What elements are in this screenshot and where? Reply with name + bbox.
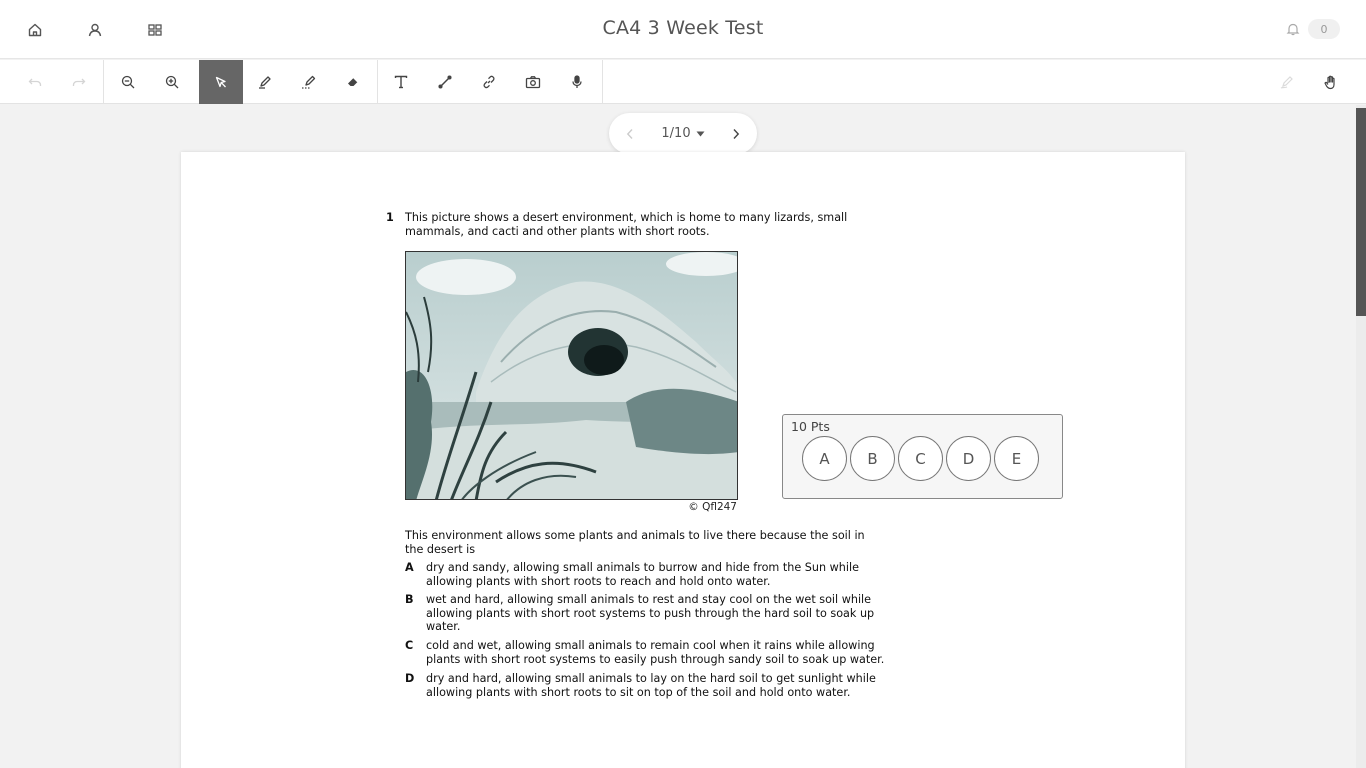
undo-icon <box>28 78 42 86</box>
chevron-left-icon <box>626 128 633 139</box>
desert-photo <box>405 251 738 500</box>
points-label: 10 Pts <box>791 419 830 434</box>
bell-icon <box>1286 23 1300 36</box>
eraser-tool-button[interactable] <box>331 60 375 104</box>
hand-icon <box>1324 75 1335 89</box>
text-icon <box>394 75 408 89</box>
answer-panel: 10 Pts A B C D E <box>782 414 1063 499</box>
link-icon <box>483 75 495 89</box>
option-letter: A <box>405 561 414 574</box>
scrollbar-thumb[interactable] <box>1356 108 1366 316</box>
camera-icon <box>525 76 541 89</box>
pen-tool-button[interactable] <box>243 60 287 104</box>
page-select[interactable]: 1/10 <box>661 126 705 141</box>
next-page-button[interactable] <box>729 127 743 141</box>
notifications[interactable]: 0 <box>1286 17 1340 41</box>
signature-tool-button[interactable] <box>1265 60 1309 104</box>
text-tool-button[interactable] <box>379 60 423 104</box>
line-tool-button[interactable] <box>423 60 467 104</box>
question-stem: This picture shows a desert environment,… <box>405 211 848 238</box>
chevron-right-icon <box>733 128 740 139</box>
image-credit: © Qfl247 <box>688 501 737 513</box>
answer-bubble-c[interactable]: C <box>898 436 943 481</box>
previous-page-button[interactable] <box>623 127 637 141</box>
line-icon <box>438 75 452 89</box>
select-icon <box>215 76 226 88</box>
camera-tool-button[interactable] <box>511 60 555 104</box>
option-letter: C <box>405 639 414 652</box>
option-text: wet and hard, allowing small animals to … <box>426 593 875 633</box>
pen-icon <box>259 76 271 89</box>
notification-count: 0 <box>1308 19 1340 39</box>
answer-bubble-d[interactable]: D <box>946 436 991 481</box>
signature-icon <box>1280 76 1293 89</box>
toolbar-divider <box>103 60 104 104</box>
annotation-toolbar <box>0 60 1366 104</box>
highlighter-icon <box>302 75 316 89</box>
document-page: 1 This picture shows a desert environmen… <box>181 152 1185 768</box>
page-navigator: 1/10 <box>609 113 757 154</box>
zoom-out-button[interactable] <box>106 60 150 104</box>
question-number: 1 <box>386 211 394 224</box>
zoom-out-icon <box>121 75 135 89</box>
redo-button[interactable] <box>57 60 101 104</box>
eraser-icon <box>348 77 358 86</box>
caret-down-icon <box>696 131 705 136</box>
highlighter-tool-button[interactable] <box>287 60 331 104</box>
page-title: CA4 3 Week Test <box>602 17 764 39</box>
microphone-icon <box>572 75 582 88</box>
top-header: CA4 3 Week Test 0 <box>0 0 1366 59</box>
option-text: dry and hard, allowing small animals to … <box>426 672 876 699</box>
microphone-tool-button[interactable] <box>555 60 599 104</box>
zoom-in-icon <box>165 75 179 89</box>
link-tool-button[interactable] <box>467 60 511 104</box>
answer-bubble-e[interactable]: E <box>994 436 1039 481</box>
redo-icon <box>72 78 86 86</box>
toolbar-divider <box>602 60 603 104</box>
select-tool-button[interactable] <box>199 60 243 104</box>
zoom-in-button[interactable] <box>150 60 194 104</box>
toolbar-divider <box>377 60 378 104</box>
vertical-scrollbar[interactable] <box>1356 105 1366 768</box>
option-text: dry and sandy, allowing small animals to… <box>426 561 859 588</box>
option-letter: D <box>405 672 415 685</box>
question-prompt: This environment allows some plants and … <box>405 529 865 556</box>
pan-tool-button[interactable] <box>1309 60 1353 104</box>
answer-bubble-a[interactable]: A <box>802 436 847 481</box>
answer-bubble-b[interactable]: B <box>850 436 895 481</box>
option-text: cold and wet, allowing small animals to … <box>426 639 885 666</box>
option-letter: B <box>405 593 414 606</box>
page-indicator: 1/10 <box>661 126 691 141</box>
undo-button[interactable] <box>13 60 57 104</box>
